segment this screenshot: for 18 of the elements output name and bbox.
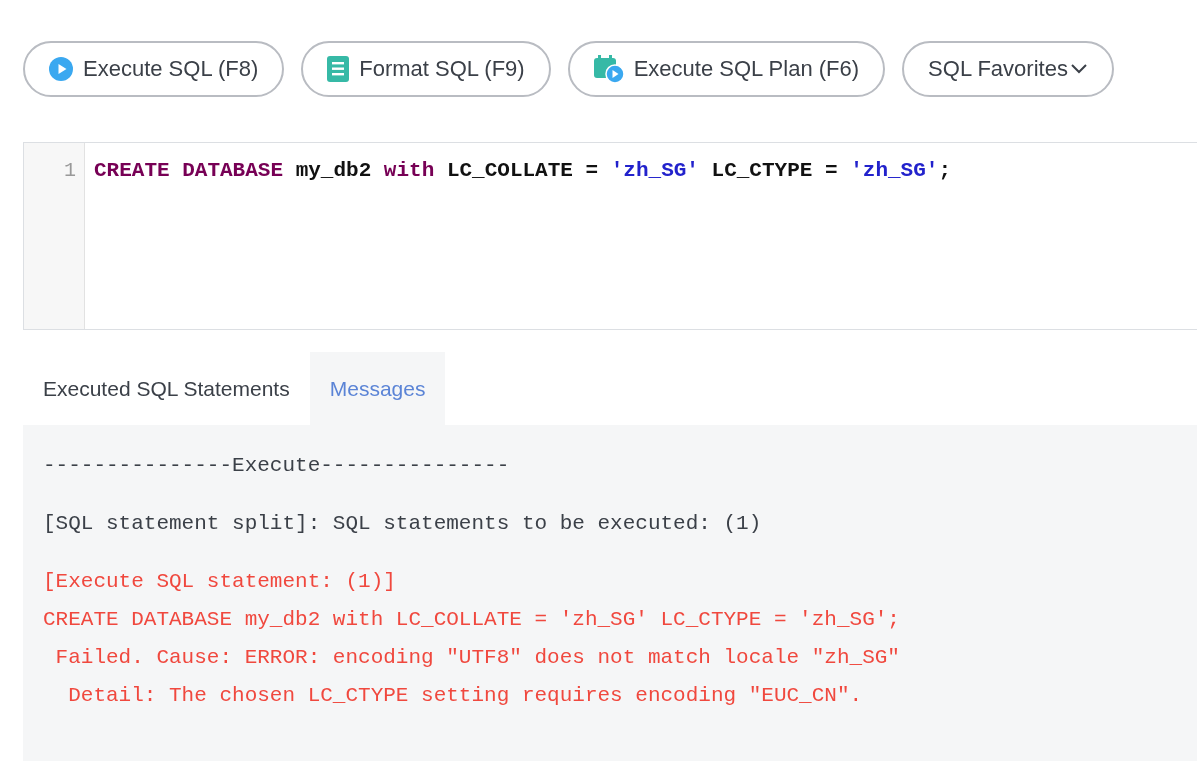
chevron-down-icon (1069, 63, 1088, 75)
error-message-line: Detail: The chosen LC_CTYPE setting requires encoding "EUC_CN". (67, 683, 864, 709)
line-number: 1 (63, 158, 77, 184)
tab[interactable]: Executed SQL Statements (23, 352, 310, 425)
message-line: [SQL statement split]: SQL statements to be executed: (1) (43, 511, 763, 537)
code-editor[interactable]: 1 CREATE DATABASE my_db2 with LC_COLLATE = 'zh_SG' LC_CTYPE = 'zh_SG'; (23, 142, 1197, 330)
message-line: ---------------Execute--------------- (43, 453, 511, 479)
toolbar-button[interactable]: Format SQL (F9) (301, 41, 551, 97)
code-line: CREATE DATABASE my_db2 with LC_COLLATE = 'zh_SG' LC_CTYPE = 'zh_SG'; (94, 158, 951, 184)
dropdown-button[interactable]: SQL Favorites (902, 41, 1114, 97)
toolbar-button[interactable]: Execute SQL Plan (F6) (567, 41, 886, 97)
error-message-line: Failed. Cause: ERROR: encoding "UTF8" does not match locale "zh_SG" (54, 645, 901, 671)
document-icon (327, 56, 350, 82)
calendar-play-icon (593, 55, 624, 83)
play-icon (49, 57, 73, 81)
error-message-line: [Execute SQL statement: (1)] (43, 569, 397, 595)
toolbar-button[interactable]: Execute SQL (F8) (23, 41, 285, 97)
error-message-line: CREATE DATABASE my_db2 with LC_COLLATE = 'zh_SG' LC_CTYPE = 'zh_SG'; (43, 607, 901, 633)
